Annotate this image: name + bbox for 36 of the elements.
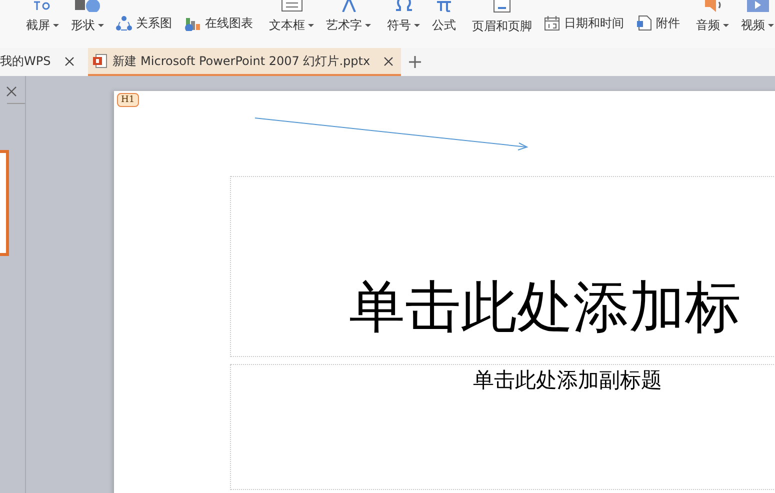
ribbon-button[interactable]: 文本框: [267, 0, 316, 33]
cycle-icon: [116, 16, 132, 30]
arrow-line[interactable]: [254, 118, 528, 150]
document-icon: [636, 15, 652, 31]
pi-icon: [435, 0, 453, 12]
slide-title: 单击此处添加标: [349, 276, 741, 340]
ribbon-button[interactable]: 附件: [634, 15, 682, 31]
ribbon-button[interactable]: 在线图表: [182, 15, 255, 31]
bar-chart-icon: [184, 16, 201, 30]
close-icon[interactable]: [384, 56, 394, 66]
document-tab[interactable]: 新建 Microsoft PowerPoint 2007 幻灯片.pptx: [88, 48, 402, 76]
ribbon-button[interactable]: 日期和时间: [542, 15, 626, 31]
ribbon-button[interactable]: 公式: [430, 0, 458, 33]
add-tab-icon[interactable]: [409, 56, 422, 68]
slide-thumbnail[interactable]: [0, 150, 9, 256]
placeholder-badge: H1: [117, 93, 139, 107]
close-icon[interactable]: [64, 56, 74, 66]
omega-icon: [394, 0, 414, 12]
letter-a-icon: [340, 0, 358, 12]
presentation-file-icon: [92, 54, 107, 68]
ribbon-button[interactable]: 形状: [69, 0, 106, 33]
ribbon-button[interactable]: 符号: [385, 0, 422, 33]
title-placeholder[interactable]: 单击此处添加标: [230, 176, 775, 357]
shapes-icon: [74, 0, 100, 12]
ribbon-button[interactable]: 音频: [694, 0, 731, 33]
ribbon-button[interactable]: 视频: [739, 0, 775, 33]
slide-subtitle: 单击此处添加副标题: [473, 367, 662, 394]
ribbon-button[interactable]: 页眉和页脚: [470, 0, 534, 34]
subtitle-placeholder[interactable]: 单击此处添加副标题: [230, 364, 775, 490]
calendar-icon: [544, 16, 560, 30]
document-tab[interactable]: 我的WPS: [0, 48, 82, 76]
ribbon-button[interactable]: 关系图: [114, 15, 174, 31]
close-icon[interactable]: [6, 86, 17, 97]
speaker-icon: [702, 0, 722, 12]
ribbon-button[interactable]: 艺术字: [324, 0, 373, 33]
ribbon-button[interactable]: 截屏: [24, 0, 61, 33]
